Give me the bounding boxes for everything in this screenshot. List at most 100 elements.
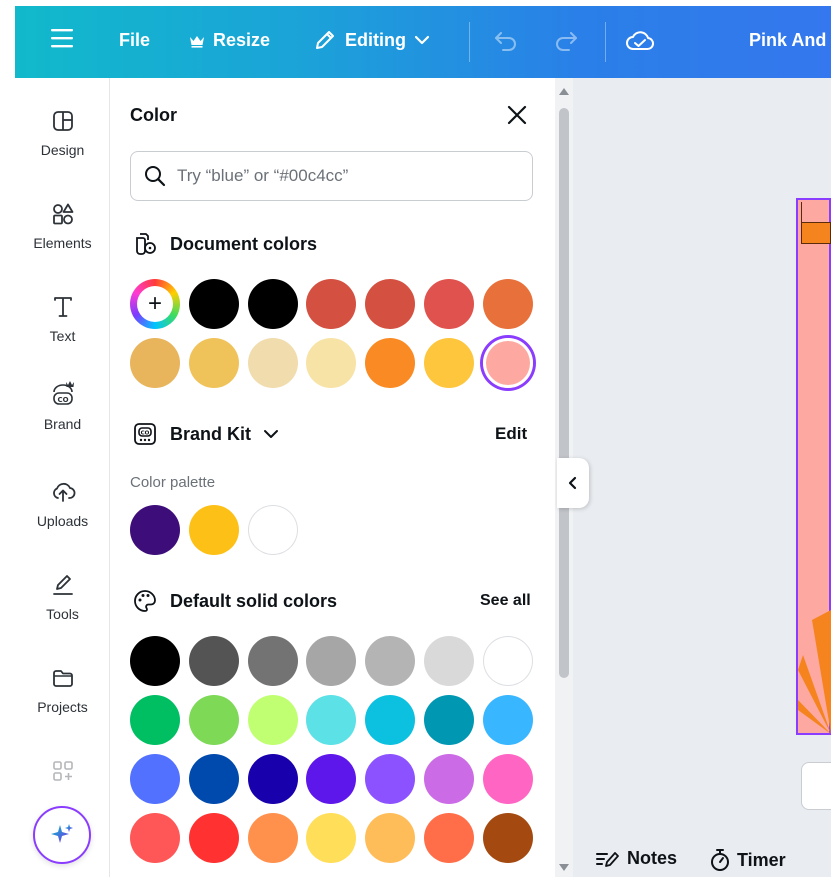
color-swatch[interactable] bbox=[365, 754, 416, 804]
add-color-button[interactable]: + bbox=[130, 279, 180, 329]
color-swatch[interactable] bbox=[247, 695, 298, 745]
sunburst-graphic[interactable] bbox=[798, 610, 831, 734]
timer-button[interactable]: Timer bbox=[709, 848, 786, 872]
color-swatch[interactable] bbox=[482, 338, 533, 388]
color-swatch[interactable] bbox=[247, 636, 298, 686]
resize-label: Resize bbox=[213, 30, 271, 50]
cloud-save-status[interactable] bbox=[625, 28, 655, 54]
brand-kit-icon: CO bbox=[134, 423, 156, 445]
color-swatch[interactable] bbox=[482, 754, 533, 804]
color-swatch[interactable] bbox=[247, 279, 298, 329]
color-swatch[interactable] bbox=[365, 695, 416, 745]
editing-mode-button[interactable]: Editing bbox=[313, 28, 430, 52]
default-colors-label: Default solid colors bbox=[170, 590, 338, 611]
color-swatch[interactable] bbox=[188, 338, 239, 388]
sidebar-item-label: Elements bbox=[33, 235, 92, 251]
color-swatch[interactable] bbox=[306, 636, 357, 686]
sidebar-item-label: Brand bbox=[43, 416, 82, 432]
add-page-button[interactable] bbox=[801, 762, 831, 810]
collapse-panel-button[interactable] bbox=[557, 458, 589, 508]
notes-button[interactable]: Notes bbox=[595, 848, 677, 869]
chevron-left-icon bbox=[568, 476, 577, 490]
sparkle-icon bbox=[51, 824, 73, 843]
page-element-orange[interactable] bbox=[801, 222, 831, 244]
brand-kit-heading[interactable]: CO Brand Kit bbox=[132, 421, 279, 447]
color-swatch[interactable] bbox=[365, 813, 416, 863]
panel-title: Color bbox=[130, 105, 177, 125]
menu-button[interactable] bbox=[51, 28, 73, 48]
color-swatch[interactable] bbox=[365, 636, 416, 686]
color-swatch[interactable] bbox=[130, 754, 180, 804]
sidebar-item-brand[interactable]: CO Brand bbox=[15, 378, 110, 432]
pen-tool-icon bbox=[52, 575, 73, 595]
toolbar-divider bbox=[605, 22, 606, 62]
color-swatch[interactable] bbox=[247, 338, 298, 388]
file-menu[interactable]: File bbox=[119, 30, 150, 51]
color-swatch[interactable] bbox=[424, 813, 474, 863]
sidebar-item-design[interactable]: Design bbox=[15, 108, 110, 158]
sidebar-item-label: Tools bbox=[46, 606, 79, 622]
brand-icon: CO bbox=[52, 381, 74, 405]
timer-label: Timer bbox=[737, 849, 786, 870]
color-swatch[interactable] bbox=[482, 636, 533, 686]
color-swatch[interactable] bbox=[424, 695, 474, 745]
color-swatch[interactable] bbox=[424, 338, 474, 388]
color-swatch[interactable] bbox=[306, 279, 357, 329]
color-search-input[interactable] bbox=[177, 166, 507, 186]
color-swatch[interactable] bbox=[482, 695, 533, 745]
color-swatch[interactable] bbox=[130, 338, 180, 388]
palette-icon bbox=[134, 590, 156, 612]
color-swatch[interactable] bbox=[130, 813, 180, 863]
document-colors-heading: Document colors bbox=[132, 231, 317, 257]
color-swatch[interactable] bbox=[306, 338, 357, 388]
color-swatch[interactable] bbox=[130, 505, 180, 555]
brand-kit-edit-button[interactable]: Edit bbox=[495, 424, 527, 444]
scroll-up-arrow-icon[interactable] bbox=[558, 86, 570, 96]
color-swatch[interactable] bbox=[365, 338, 416, 388]
scrollbar-thumb[interactable] bbox=[559, 108, 569, 678]
color-swatch[interactable] bbox=[247, 813, 298, 863]
undo-button[interactable] bbox=[493, 28, 519, 52]
svg-text:CO: CO bbox=[57, 396, 68, 404]
color-swatch[interactable] bbox=[247, 754, 298, 804]
color-swatch[interactable] bbox=[424, 754, 474, 804]
color-swatch[interactable] bbox=[424, 279, 474, 329]
color-swatch[interactable] bbox=[482, 813, 533, 863]
chevron-down-icon bbox=[414, 35, 430, 45]
color-swatch[interactable] bbox=[130, 636, 180, 686]
color-swatch[interactable] bbox=[482, 279, 533, 329]
apps-icon bbox=[52, 761, 73, 781]
color-swatch[interactable] bbox=[188, 636, 239, 686]
color-swatch[interactable] bbox=[306, 813, 357, 863]
design-page[interactable] bbox=[796, 198, 831, 735]
color-swatch[interactable] bbox=[188, 279, 239, 329]
color-search-box[interactable] bbox=[130, 151, 533, 201]
text-icon bbox=[53, 297, 72, 317]
redo-button[interactable] bbox=[553, 28, 579, 52]
color-swatch[interactable] bbox=[188, 505, 239, 555]
scroll-down-arrow-icon[interactable] bbox=[558, 863, 570, 873]
color-swatch[interactable] bbox=[188, 695, 239, 745]
sidebar-item-tools[interactable]: Tools bbox=[15, 572, 110, 622]
sidebar-item-elements[interactable]: Elements bbox=[15, 201, 110, 251]
sidebar-item-uploads[interactable]: Uploads bbox=[15, 479, 110, 529]
color-swatch[interactable] bbox=[306, 695, 357, 745]
magic-ai-button[interactable] bbox=[33, 806, 91, 864]
color-swatch[interactable] bbox=[247, 505, 298, 555]
close-button[interactable] bbox=[504, 102, 530, 128]
see-all-link[interactable]: See all bbox=[480, 592, 531, 610]
sidebar-item-text[interactable]: Text bbox=[15, 294, 110, 344]
sidebar-item-projects[interactable]: Projects bbox=[15, 665, 110, 715]
chevron-down-icon bbox=[264, 430, 278, 438]
color-swatch[interactable] bbox=[130, 695, 180, 745]
resize-button[interactable]: Resize bbox=[189, 30, 270, 51]
color-swatch[interactable] bbox=[188, 813, 239, 863]
layout-icon bbox=[52, 111, 73, 131]
document-colors-label: Document colors bbox=[170, 233, 318, 254]
color-swatch[interactable] bbox=[306, 754, 357, 804]
sidebar-item-apps[interactable] bbox=[15, 758, 110, 784]
color-swatch[interactable] bbox=[188, 754, 239, 804]
color-swatch[interactable] bbox=[424, 636, 474, 686]
document-title[interactable]: Pink And bbox=[749, 30, 826, 51]
color-swatch[interactable] bbox=[365, 279, 416, 329]
